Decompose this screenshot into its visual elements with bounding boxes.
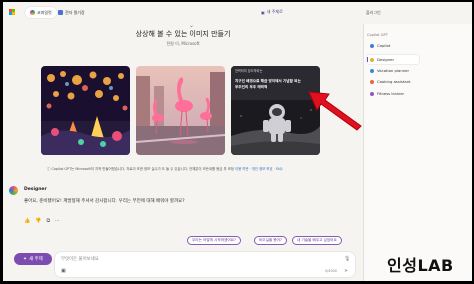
- watermark: 인성LAB: [387, 256, 454, 275]
- sidebar-item-fitness-trainer[interactable]: Fitness trainer: [367, 89, 419, 98]
- tab-notebook[interactable]: 전자 필기장: [58, 7, 85, 18]
- page-title: 상상해 볼 수 있는 이미지 만들기: [135, 30, 231, 38]
- bot-name: Designer: [24, 187, 47, 192]
- card-caption-line1: 전력하여 당으작되는: [235, 68, 262, 73]
- sidebar-item-copilot[interactable]: Copilot: [367, 41, 419, 50]
- page-subtitle: 전원 이, Microsoft: [166, 41, 200, 46]
- sidebar: Copilot GPT Copilot Designer Vacation pl…: [363, 24, 472, 281]
- bot-message: 좋아요, 준비됐어요! 계발형해 주셔서 감사합니다. 우리는 무언에 대해 배…: [24, 199, 185, 204]
- plugin-label[interactable]: 플러그인: [366, 10, 381, 16]
- copilot-app: 코파일럿 전자 필기장 ▣ 새 주제로 플러그인 ⌄ 상상해 볼 수 있는 이미…: [3, 2, 472, 281]
- screenshot-frame: 코파일럿 전자 필기장 ▣ 새 주제로 플러그인 ⌄ 상상해 볼 수 있는 이미…: [0, 0, 474, 284]
- example-image-lanterns[interactable]: [41, 66, 130, 155]
- thumbs-down-icon[interactable]: 👎: [35, 218, 41, 224]
- designer-avatar-icon: [9, 186, 18, 195]
- sidebar-item-vacation-planner[interactable]: Vacation planner: [367, 66, 419, 75]
- terms-link[interactable]: 이용 약관 · 개인 정보 보호 · FAQ: [235, 167, 282, 171]
- suggestion-chip[interactable]: 내 기술을 배우고 싶었어요: [292, 236, 342, 245]
- copilot-icon: [30, 10, 35, 15]
- red-arrow-annotation-icon: [308, 91, 362, 131]
- disclaimer-note: ⓘ Copilot GPT는 Microsoft의 지적 만들어졌습니다. 자료…: [47, 167, 283, 171]
- new-topic-button[interactable]: ✦ 새 주제: [14, 253, 52, 265]
- sidebar-item-cooking-assistant[interactable]: Cooking assistant: [367, 77, 419, 86]
- microsoft-logo-icon: [9, 9, 15, 15]
- send-icon[interactable]: ➤: [344, 268, 348, 274]
- chat-plus-icon: ▣: [261, 9, 265, 15]
- char-counter: 0/4000: [325, 269, 337, 273]
- thumbs-up-icon[interactable]: 👍: [24, 218, 30, 224]
- suggestion-chip[interactable]: 우리는 어떻게 시작하겠어요?: [187, 236, 241, 245]
- card-caption-line3: 우주인의 우주 매력적: [235, 84, 267, 89]
- notebook-icon: [58, 10, 63, 15]
- copilot-icon: [370, 43, 374, 48]
- input-placeholder: 무엇이든 물어보세요: [61, 257, 99, 262]
- vacation-icon: [370, 68, 374, 73]
- designer-icon: [370, 57, 374, 62]
- sidebar-item-designer[interactable]: Designer: [367, 55, 419, 64]
- message-actions: 👍 👎 ⧉ ⋯: [24, 218, 60, 224]
- image-upload-icon[interactable]: ▣: [61, 268, 66, 274]
- chevron-down-icon[interactable]: ⌄: [189, 22, 194, 29]
- tab-copilot[interactable]: 코파일럿: [25, 7, 57, 18]
- sidebar-section-title: Copilot GPT: [367, 33, 388, 37]
- copy-icon[interactable]: ⧉: [46, 218, 50, 224]
- suggestion-chip[interactable]: 비오실을 봤어?: [254, 236, 287, 245]
- top-bar: 코파일럿 전자 필기장 ▣ 새 주제로 플러그인: [3, 2, 472, 22]
- tab-label: 코파일럿: [37, 9, 52, 15]
- broom-icon: ✦: [23, 256, 27, 262]
- cooking-icon: [370, 79, 374, 84]
- example-image-flamingos[interactable]: [136, 66, 225, 155]
- fitness-icon: [370, 91, 374, 96]
- new-topic-top-button[interactable]: ▣ 새 주제로: [261, 9, 283, 15]
- more-icon[interactable]: ⋯: [55, 218, 60, 224]
- microphone-icon[interactable]: 🎙: [344, 256, 350, 262]
- tab-label: 전자 필기장: [65, 9, 85, 15]
- card-caption-line2: 지구인 배경으로 해금 맞이에서 기념할 되는: [235, 78, 301, 83]
- message-input[interactable]: 무엇이든 물어보세요 ▣ 0/4000 🎙 ➤: [55, 252, 355, 277]
